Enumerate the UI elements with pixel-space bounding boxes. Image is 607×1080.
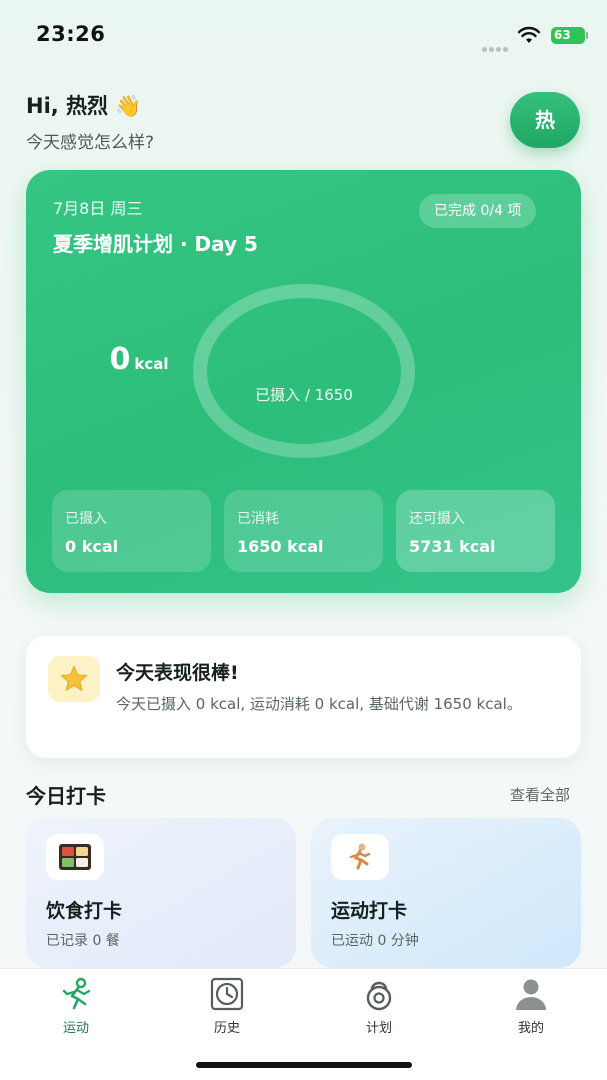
tab-label: 我的 <box>517 1021 544 1036</box>
stat-burned: 已消耗 1650 kcal <box>224 490 383 572</box>
status-time: 23:26 <box>36 22 106 46</box>
greeting-title: Hi, 热烈 👋 <box>26 94 142 118</box>
praise-title: 今天表现很棒! <box>116 662 239 684</box>
daily-summary-card[interactable]: 7月8日 周三 已完成 0/4 项 夏季增肌计划 · Day 5 0 kcal 已… <box>26 170 581 593</box>
stat-value: 5731 kcal <box>409 537 496 556</box>
greeting-subtitle: 今天感觉怎么样? <box>26 133 155 153</box>
view-all-link[interactable]: 查看全部 <box>510 784 570 805</box>
stat-label: 已消耗 <box>237 511 279 527</box>
plan-title: 夏季增肌计划 · Day 5 <box>53 232 258 256</box>
sport-checkin-card[interactable]: 运动打卡 已运动 0 分钟 <box>311 818 581 968</box>
tab-history[interactable]: 历史 <box>177 977 277 1037</box>
stat-label: 还可摄入 <box>409 511 465 527</box>
stat-remaining: 还可摄入 5731 kcal <box>396 490 555 572</box>
ring-unit: kcal <box>134 355 169 373</box>
wifi-icon <box>517 26 541 43</box>
ring-value: 0 kcal <box>26 342 252 377</box>
section-title: 今日打卡 <box>26 784 106 808</box>
signal-icon <box>482 37 512 52</box>
tab-label: 历史 <box>213 1021 240 1036</box>
stat-value: 0 kcal <box>65 537 119 556</box>
avatar[interactable]: 热 <box>510 92 580 148</box>
home-indicator <box>196 1062 412 1068</box>
battery-cap <box>586 32 588 39</box>
tab-label: 运动 <box>62 1021 89 1036</box>
diet-title: 饮食打卡 <box>46 900 123 922</box>
praise-text: 今天已摄入 0 kcal, 运动消耗 0 kcal, 基础代谢 1650 kca… <box>116 695 522 713</box>
status-bar: 23:26 63 <box>0 0 607 70</box>
tab-label: 计划 <box>365 1021 392 1036</box>
tab-profile[interactable]: 我的 <box>481 977 581 1037</box>
ring-number: 0 <box>109 342 131 377</box>
stat-label: 已摄入 <box>65 511 107 527</box>
stat-value: 1650 kcal <box>237 537 324 556</box>
tab-exercise[interactable]: 运动 <box>26 977 126 1037</box>
runner-icon <box>331 834 389 880</box>
battery-indicator: 63 <box>551 27 585 44</box>
diet-checkin-card[interactable]: 饮食打卡 已记录 0 餐 <box>26 818 296 968</box>
praise-card: 今天表现很棒! 今天已摄入 0 kcal, 运动消耗 0 kcal, 基础代谢 … <box>26 636 581 758</box>
person-icon <box>516 979 546 1010</box>
bento-icon <box>46 834 104 880</box>
running-icon <box>62 977 91 1010</box>
kettlebell-icon <box>366 981 392 1011</box>
hero-date: 7月8日 周三 <box>53 199 143 218</box>
stat-intake: 已摄入 0 kcal <box>52 490 211 572</box>
sport-subtitle: 已运动 0 分钟 <box>331 933 419 949</box>
greeting: Hi, 热烈 👋 <box>26 90 142 120</box>
diet-subtitle: 已记录 0 餐 <box>46 933 120 949</box>
completion-badge: 已完成 0/4 项 <box>419 194 537 228</box>
clock-icon <box>210 977 244 1011</box>
ring-caption: 已摄入 / 1650 <box>255 386 353 404</box>
sport-title: 运动打卡 <box>331 900 408 922</box>
tab-plan[interactable]: 计划 <box>329 977 429 1037</box>
star-icon <box>48 656 100 702</box>
